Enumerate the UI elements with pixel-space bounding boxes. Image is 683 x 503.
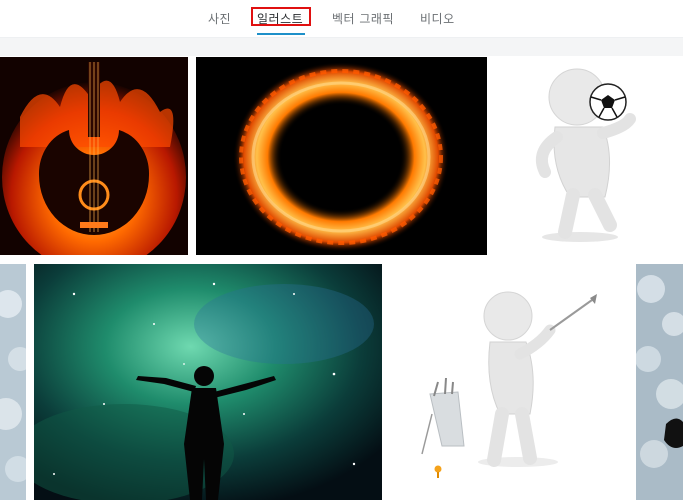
bokeh-silhouette-image xyxy=(636,264,683,500)
bokeh-image xyxy=(0,264,26,500)
gallery-item-fire-guitar[interactable] xyxy=(0,57,188,255)
gallery-item-bokeh[interactable] xyxy=(0,264,26,500)
gallery-item-soccer-figure[interactable] xyxy=(495,57,683,255)
soccer-figure-image xyxy=(495,57,683,255)
gallery-item-bokeh-silhouette[interactable] xyxy=(636,264,683,500)
nebula-silhouette-image xyxy=(34,264,382,500)
gallery-item-golf-figure[interactable] xyxy=(390,264,628,500)
gallery-item-nebula-silhouette[interactable] xyxy=(34,264,382,500)
fire-ring-image xyxy=(196,57,487,255)
fire-guitar-image xyxy=(0,57,188,255)
golf-figure-image xyxy=(390,264,628,500)
image-gallery xyxy=(0,0,683,503)
gallery-item-fire-ring[interactable] xyxy=(196,57,487,255)
